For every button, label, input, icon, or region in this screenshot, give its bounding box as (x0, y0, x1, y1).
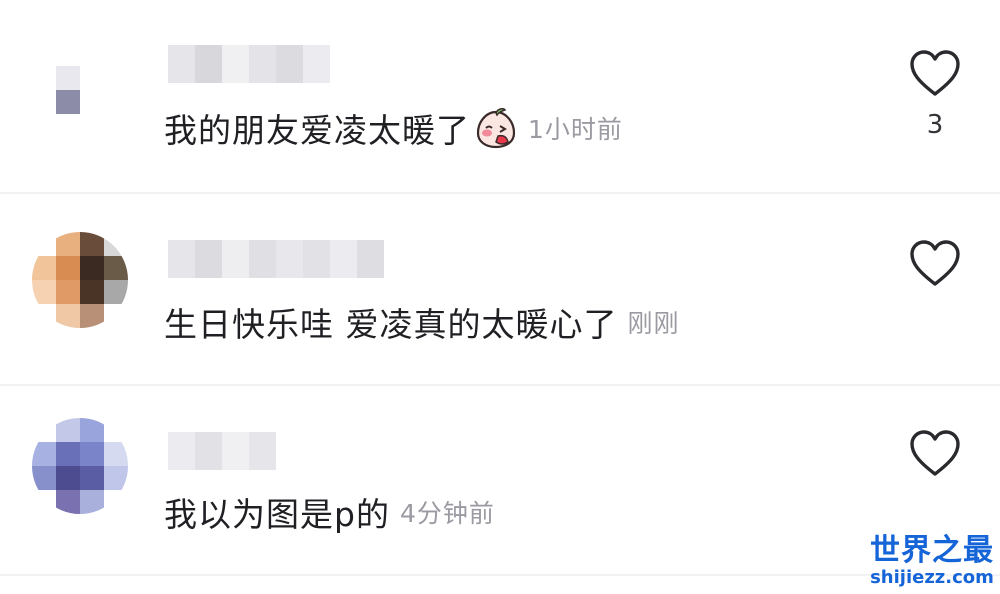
avatar-pixel (56, 232, 80, 256)
username-pixel (222, 45, 249, 83)
avatar-pixel (32, 442, 56, 466)
avatar-pixel (104, 90, 128, 114)
avatar-pixel (80, 466, 104, 490)
avatar[interactable] (32, 232, 128, 328)
avatar-pixel (104, 442, 128, 466)
avatar-pixel (32, 90, 56, 114)
comment-line: 我以为图是p的 4分钟前 (164, 488, 495, 536)
avatar-pixel (104, 66, 128, 90)
username-blurred[interactable] (168, 432, 276, 470)
comment-text: 我以为图是p的 (164, 495, 390, 534)
avatar-pixel (32, 280, 56, 304)
avatar-pixel (56, 280, 80, 304)
avatar-pixel (80, 66, 104, 90)
avatar-pixel (80, 232, 104, 256)
avatar-pixel (56, 256, 80, 280)
username-pixel (168, 240, 195, 278)
comment-text: 生日快乐哇 爱凌真的太暖心了 (164, 305, 618, 344)
avatar-pixel (80, 304, 104, 328)
avatar-pixel (104, 42, 128, 66)
comment-time: 4分钟前 (399, 499, 495, 528)
avatar[interactable] (32, 42, 128, 138)
username-pixel (195, 432, 222, 470)
avatar[interactable] (32, 418, 128, 514)
avatar-pixel (56, 114, 80, 138)
username-pixel (330, 240, 357, 278)
comment-time: 刚刚 (627, 309, 680, 338)
avatar-pixel (104, 466, 128, 490)
avatar-pixel (32, 304, 56, 328)
avatar-pixel (56, 490, 80, 514)
avatar-pixel (32, 42, 56, 66)
username-pixel (249, 45, 276, 83)
like-count: 3 (926, 110, 944, 140)
divider (0, 192, 1000, 194)
like-button[interactable] (908, 428, 962, 478)
username-pixel (303, 45, 330, 83)
comment-line: 我的朋友爱凌太暖了 1小时前 (164, 104, 623, 152)
avatar-pixel (80, 90, 104, 114)
username-pixel (195, 45, 222, 83)
username-pixel (276, 45, 303, 83)
avatar-pixel (104, 304, 128, 328)
username-pixel (249, 432, 276, 470)
avatar-pixel (104, 418, 128, 442)
comment-time: 1小时前 (528, 115, 623, 144)
username-blurred[interactable] (168, 45, 330, 83)
divider (0, 574, 1000, 576)
avatar-pixel (80, 442, 104, 466)
avatar-pixel (56, 442, 80, 466)
avatar-pixel (104, 114, 128, 138)
username-pixel (249, 240, 276, 278)
like-button[interactable] (908, 238, 962, 288)
heart-outline-icon (910, 50, 960, 96)
avatar-pixel (56, 418, 80, 442)
site-watermark: 世界之最 shijiezz.com (870, 534, 994, 588)
heart-outline-icon (910, 240, 960, 286)
username-pixel (303, 240, 330, 278)
avatar-pixel (32, 114, 56, 138)
username-pixel (195, 240, 222, 278)
avatar-pixel (104, 256, 128, 280)
username-pixel (222, 240, 249, 278)
avatar-pixel (32, 418, 56, 442)
username-pixel (222, 432, 249, 470)
username-pixel (276, 240, 303, 278)
avatar-pixel (32, 490, 56, 514)
avatar-pixel (56, 304, 80, 328)
username-pixel (168, 432, 195, 470)
avatar-pixel (56, 66, 80, 90)
avatar-pixel (80, 280, 104, 304)
avatar-pixel (80, 490, 104, 514)
watermark-title: 世界之最 (870, 533, 994, 568)
avatar-pixel (104, 490, 128, 514)
avatar-pixel (104, 232, 128, 256)
username-blurred[interactable] (168, 240, 384, 278)
avatar-pixel (32, 232, 56, 256)
heart-outline-icon (910, 430, 960, 476)
comment-line: 生日快乐哇 爱凌真的太暖心了 刚刚 (164, 298, 680, 346)
like-button[interactable] (908, 48, 962, 98)
avatar-pixel (32, 466, 56, 490)
avatar-pixel (104, 280, 128, 304)
avatar-pixel (56, 466, 80, 490)
divider (0, 384, 1000, 386)
username-pixel (168, 45, 195, 83)
avatar-pixel (80, 418, 104, 442)
avatar-pixel (56, 90, 80, 114)
avatar-pixel (80, 256, 104, 280)
avatar-pixel (56, 42, 80, 66)
blushing-peach-emoji-icon (474, 106, 518, 150)
avatar-pixel (32, 256, 56, 280)
avatar-pixel (80, 114, 104, 138)
watermark-url: shijiezz.com (870, 567, 994, 588)
avatar-pixel (32, 66, 56, 90)
avatar-pixel (80, 42, 104, 66)
comment-text: 我的朋友爱凌太暖了 (164, 111, 470, 150)
username-pixel (357, 240, 384, 278)
